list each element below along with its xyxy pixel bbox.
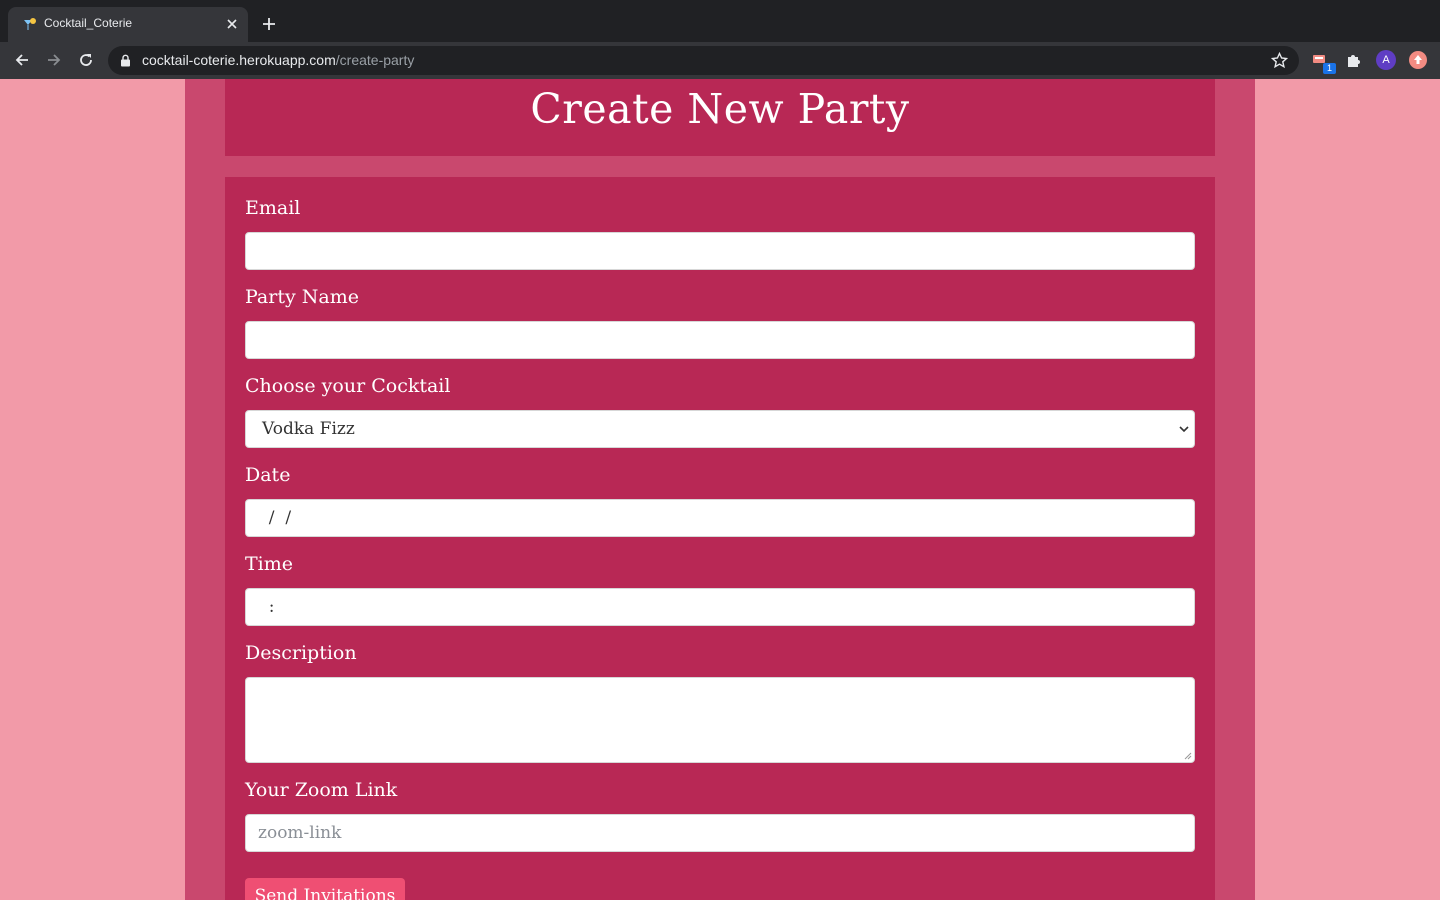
browser-tab[interactable]: Cocktail_Coterie bbox=[8, 7, 248, 42]
browser-tab-strip: Cocktail_Coterie bbox=[0, 0, 1440, 42]
browser-toolbar: cocktail-coterie.herokuapp.com/create-pa… bbox=[0, 42, 1440, 79]
new-tab-icon[interactable] bbox=[261, 16, 277, 32]
description-label: Description bbox=[245, 642, 357, 664]
tab-title: Cocktail_Coterie bbox=[44, 16, 133, 30]
party-name-label: Party Name bbox=[245, 286, 359, 308]
zoom-link-field[interactable]: zoom-link bbox=[245, 814, 1195, 852]
page-title: Create New Party bbox=[530, 85, 910, 133]
profile-avatar[interactable]: A bbox=[1376, 50, 1396, 70]
header-card: Create New Party bbox=[225, 79, 1215, 156]
update-icon[interactable] bbox=[1409, 51, 1427, 69]
url-text: cocktail-coterie.herokuapp.com/create-pa… bbox=[142, 52, 414, 68]
page-viewport: Create New Party Email Party Name Choose… bbox=[0, 79, 1440, 900]
send-invitations-button[interactable]: Send Invitations bbox=[245, 878, 405, 900]
bookmark-star-icon[interactable] bbox=[1271, 52, 1288, 69]
url-path: /create-party bbox=[335, 52, 415, 68]
resize-grip-icon[interactable] bbox=[1184, 752, 1192, 760]
address-bar[interactable]: cocktail-coterie.herokuapp.com/create-pa… bbox=[108, 46, 1299, 75]
cocktail-select[interactable]: Vodka Fizz bbox=[245, 410, 1195, 448]
reload-icon[interactable] bbox=[77, 51, 95, 69]
date-field[interactable]: / / bbox=[245, 499, 1195, 537]
puzzle-extensions-icon[interactable] bbox=[1344, 50, 1364, 70]
extension-badge: 1 bbox=[1323, 63, 1336, 74]
email-field[interactable] bbox=[245, 232, 1195, 270]
description-textarea[interactable] bbox=[245, 677, 1195, 763]
arrow-up-icon bbox=[1414, 55, 1422, 64]
zoom-link-placeholder: zoom-link bbox=[258, 823, 342, 843]
close-tab-icon[interactable] bbox=[224, 16, 240, 32]
zoom-link-label: Your Zoom Link bbox=[245, 779, 398, 801]
email-label: Email bbox=[245, 197, 301, 219]
chevron-down-icon bbox=[1179, 426, 1189, 433]
back-arrow-icon[interactable] bbox=[13, 51, 31, 69]
url-host: cocktail-coterie.herokuapp.com bbox=[142, 52, 336, 68]
forward-arrow-icon[interactable] bbox=[45, 51, 63, 69]
create-party-form: Email Party Name Choose your Cocktail Vo… bbox=[225, 177, 1215, 900]
time-field[interactable]: : bbox=[245, 588, 1195, 626]
party-name-field[interactable] bbox=[245, 321, 1195, 359]
lock-icon bbox=[121, 54, 130, 67]
cocktail-selected-value: Vodka Fizz bbox=[262, 419, 355, 439]
cocktail-label: Choose your Cocktail bbox=[245, 375, 451, 397]
cocktail-favicon-icon bbox=[24, 18, 36, 30]
time-label: Time bbox=[245, 553, 294, 575]
date-label: Date bbox=[245, 464, 291, 486]
content-container: Create New Party Email Party Name Choose… bbox=[185, 79, 1255, 900]
